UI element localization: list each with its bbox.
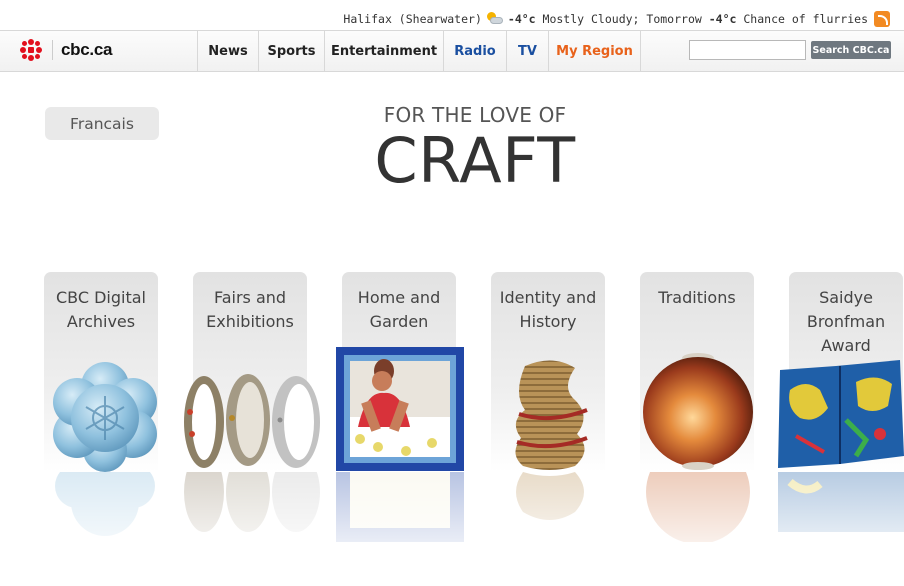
category-label: Identity and History [499,288,597,331]
rss-icon[interactable] [874,11,890,27]
nav-news[interactable]: News [197,31,258,72]
panel-reflection [778,472,904,532]
category-label: Saidye Bronfman Award [806,288,886,355]
nav-my-region[interactable]: My Region [548,31,641,72]
tomorrow-condition: Chance of flurries [743,12,868,26]
nav-radio[interactable]: Radio [443,31,506,72]
cbc-logo[interactable]: cbc.ca [20,35,112,65]
blue-ceramic-bowl-icon [53,362,157,472]
nav-tv[interactable]: TV [506,31,548,72]
orb-reflection [646,472,750,542]
beaded-picture-icon [336,347,464,471]
category-label: Home and Garden [357,288,441,331]
search-input[interactable] [689,40,806,60]
woven-basket-icon [515,360,588,470]
partly-cloudy-icon [486,12,504,26]
category-label: Fairs and Exhibitions [206,288,294,331]
rings-reflection [184,472,320,532]
picture-reflection [336,472,464,542]
language-button[interactable]: Francais [45,107,159,140]
search-area: Search CBC.ca [689,40,891,60]
tomorrow-temp: -4°c [708,12,737,26]
tomorrow-label: Tomorrow [646,12,702,26]
current-condition: Mostly Cloudy; [542,12,640,26]
painted-panel-icon [778,360,904,468]
brand-name: cbc.ca [52,40,112,60]
search-button[interactable]: Search CBC.ca [811,41,891,59]
silver-rings-icon [184,374,320,468]
nav-entertainment[interactable]: Entertainment [324,31,443,72]
current-temp: -4°c [507,12,536,26]
weather-location: Halifax (Shearwater) [343,12,482,26]
bowl-reflection [55,472,155,536]
weather-bar: Halifax (Shearwater) -4°c Mostly Cloudy;… [343,9,890,29]
category-label: Traditions [658,288,736,307]
category-label: CBC Digital Archives [55,288,146,331]
basket-reflection [516,472,584,520]
glass-orb-icon [643,353,753,470]
nav-sports[interactable]: Sports [258,31,324,72]
cbc-gem-icon [20,39,42,61]
main-nav: News Sports Entertainment Radio TV My Re… [197,31,641,72]
page-title: CRAFT [374,124,576,197]
site-header: cbc.ca News Sports Entertainment Radio T… [0,30,904,72]
